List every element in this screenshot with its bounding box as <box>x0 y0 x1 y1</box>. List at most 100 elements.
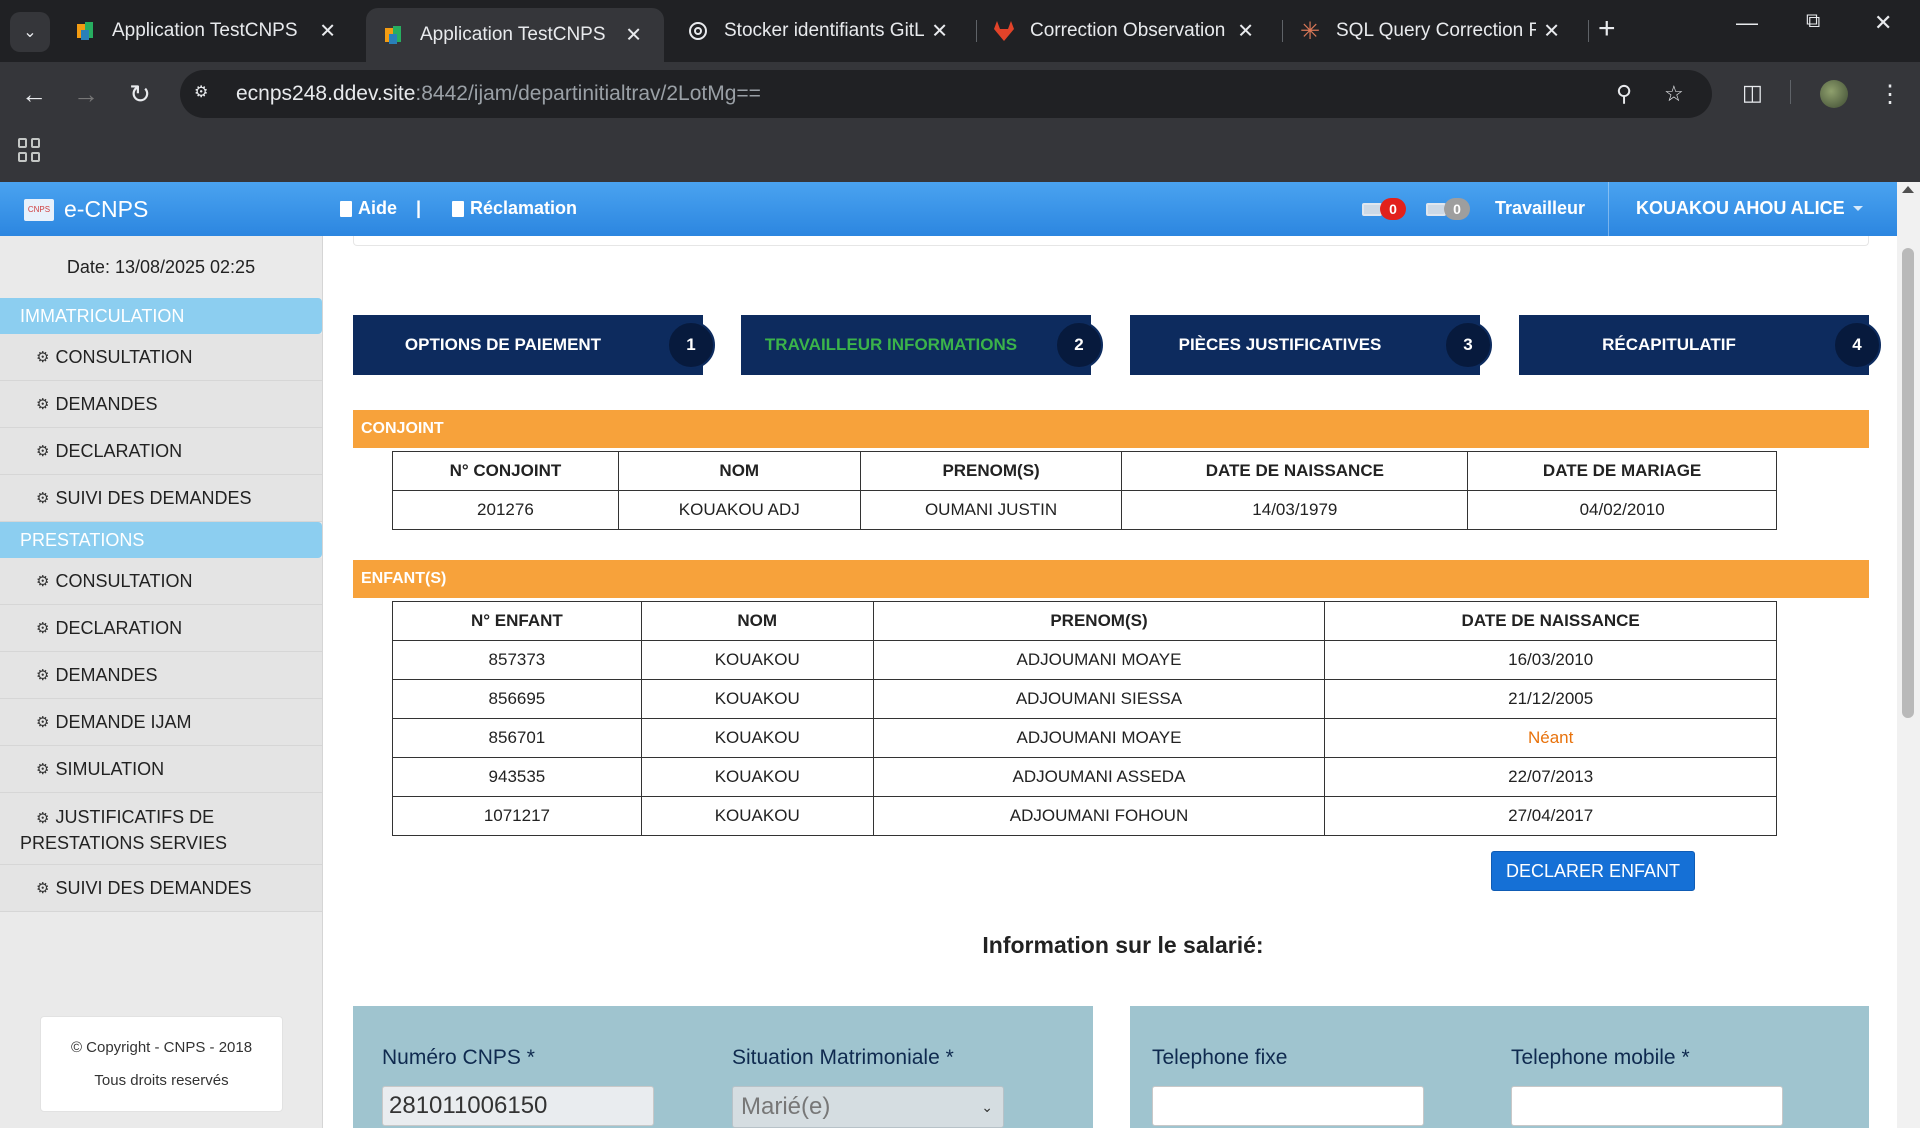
sidebar-item-demandes[interactable]: ⚙ DEMANDES <box>0 652 322 699</box>
zoom-icon[interactable]: ⚲ <box>1616 81 1632 107</box>
close-icon[interactable]: ✕ <box>931 19 948 44</box>
step-number: 1 <box>667 321 715 369</box>
telephone-fixe-field[interactable] <box>1152 1086 1424 1126</box>
sidebar-item-label: SUIVI DES DEMANDES <box>55 487 252 508</box>
extensions-icon[interactable]: ◫ <box>1742 80 1763 106</box>
document-icon <box>340 200 352 217</box>
all-messages[interactable]: 0 <box>1426 198 1470 220</box>
app-logo[interactable]: CNPS e-CNPS <box>24 196 148 223</box>
browser-tab-1[interactable]: Application TestCNPS ✕ <box>58 8 358 54</box>
url-host: ecnps248.ddev.site <box>236 82 416 105</box>
sidebar-item-suivi-demandes[interactable]: ⚙ SUIVI DES DEMANDES <box>0 865 322 912</box>
step-options-paiement[interactable]: OPTIONS DE PAIEMENT 1 <box>353 315 715 375</box>
browser-tab-2[interactable]: Application TestCNPS ✕ <box>366 8 664 62</box>
sidebar-item-label: SUIVI DES DEMANDES <box>55 877 252 898</box>
scrollbar-thumb[interactable] <box>1902 248 1914 718</box>
toolbar-separator <box>1790 80 1791 104</box>
close-icon[interactable]: ✕ <box>319 19 336 44</box>
telephone-fixe-label: Telephone fixe <box>1152 1046 1288 1069</box>
cnps-number-label: Numéro CNPS * <box>382 1046 535 1069</box>
unread-count-badge: 0 <box>1380 198 1406 220</box>
telephone-mobile-label: Telephone mobile * <box>1511 1046 1690 1069</box>
new-tab-button[interactable]: + <box>1598 14 1616 44</box>
sidebar-item-demandes[interactable]: ⚙ DEMANDES <box>0 381 322 428</box>
sidebar-section-prestations[interactable]: PRESTATIONS <box>0 522 322 558</box>
enfants-section-header: ENFANT(S) <box>353 560 1869 598</box>
window-close-icon[interactable]: ✕ <box>1874 10 1892 36</box>
more-menu-icon[interactable]: ⋮ <box>1878 80 1902 109</box>
address-bar[interactable]: ⚙ ecnps248.ddev.site:8442/ijam/departini… <box>180 70 1712 118</box>
profile-avatar[interactable] <box>1820 80 1848 108</box>
cnps-favicon-icon <box>74 19 98 43</box>
user-role[interactable]: Travailleur <box>1495 198 1585 219</box>
url-text[interactable]: ecnps248.ddev.site:8442/ijam/departiniti… <box>236 82 761 106</box>
close-icon[interactable]: ✕ <box>1237 19 1254 44</box>
reclamation-link[interactable]: Réclamation <box>452 198 577 219</box>
page-scrollbar[interactable] <box>1897 182 1920 1128</box>
tab-separator <box>1282 20 1283 42</box>
column-header: PRENOM(S) <box>872 601 1326 641</box>
user-name: KOUAKOU AHOU ALICE <box>1636 198 1845 218</box>
message-count-badge: 0 <box>1444 198 1470 220</box>
table-row: 856695 KOUAKOU ADJOUMANI SIESSA 21/12/20… <box>392 679 1777 719</box>
declarer-enfant-button[interactable]: DECLARER ENFANT <box>1491 851 1695 891</box>
step-pieces-justificatives[interactable]: PIÈCES JUSTIFICATIVES 3 <box>1130 315 1492 375</box>
rights-text: Tous droits reservés <box>94 1072 229 1089</box>
reload-icon[interactable]: ↻ <box>124 78 156 110</box>
scroll-up-arrow-icon[interactable] <box>1902 186 1914 193</box>
sidebar-item-suivi-demandes[interactable]: ⚙ SUIVI DES DEMANDES <box>0 475 322 522</box>
aide-label: Aide <box>358 198 398 218</box>
aide-link[interactable]: Aide <box>340 198 397 219</box>
sidebar-item-label: CONSULTATION <box>55 570 193 591</box>
close-icon[interactable]: ✕ <box>1543 19 1560 44</box>
tab-title: Stocker identifiants GitLab <box>724 20 924 41</box>
restore-icon[interactable]: ⧉ <box>1806 10 1820 33</box>
close-icon[interactable]: ✕ <box>625 23 642 48</box>
cnps-number-field[interactable]: 281011006150 <box>382 1086 654 1126</box>
envelope-icon <box>1426 202 1446 216</box>
situation-matrimoniale-select[interactable]: Marié(e) ⌄ <box>732 1086 1004 1128</box>
unread-messages[interactable]: 0 <box>1362 198 1406 220</box>
table-cell: 201276 <box>392 490 619 530</box>
user-menu[interactable]: KOUAKOU AHOU ALICE <box>1636 198 1863 219</box>
caret-down-icon <box>1852 206 1863 211</box>
table-cell: ADJOUMANI FOHOUN <box>872 796 1326 836</box>
site-settings-icon[interactable]: ⚙ <box>194 82 218 106</box>
copyright-box: © Copyright - CNPS - 2018 Tous droits re… <box>40 1016 283 1112</box>
gear-icon: ⚙ <box>36 761 50 778</box>
browser-tab-3[interactable]: Stocker identifiants GitLab ✕ <box>670 8 970 54</box>
back-arrow-icon[interactable]: ← <box>18 78 50 110</box>
bookmark-star-icon[interactable]: ☆ <box>1664 81 1684 107</box>
step-number: 4 <box>1833 321 1881 369</box>
browser-tab-4[interactable]: Correction Observation T ✕ <box>976 8 1276 54</box>
step-label: TRAVAILLEUR INFORMATIONS <box>764 335 1018 354</box>
gear-icon: ⚙ <box>36 573 50 590</box>
step-recapitulatif[interactable]: RÉCAPITULATIF 4 <box>1519 315 1881 375</box>
app-header: CNPS e-CNPS Aide | Réclamation 0 0 Trava… <box>0 182 1897 236</box>
table-cell: KOUAKOU <box>640 796 874 836</box>
sidebar-section-immatriculation[interactable]: IMMATRICULATION <box>0 298 322 334</box>
sidebar-item-justificatifs[interactable]: ⚙ JUSTIFICATIFS DE PRESTATIONS SERVIES <box>0 793 322 865</box>
forward-arrow-icon[interactable]: → <box>70 78 102 110</box>
table-row: 857373 KOUAKOU ADJOUMANI MOAYE 16/03/201… <box>392 640 1777 680</box>
gear-icon: ⚙ <box>36 880 50 897</box>
minimize-icon[interactable]: — <box>1736 10 1758 36</box>
apps-grid-icon[interactable] <box>18 138 42 162</box>
sidebar-item-declaration[interactable]: ⚙ DECLARATION <box>0 605 322 652</box>
telephone-mobile-field[interactable] <box>1511 1086 1783 1126</box>
sidebar-item-consultation[interactable]: ⚙ CONSULTATION <box>0 558 322 605</box>
table-cell: 14/03/1979 <box>1121 490 1469 530</box>
browser-tab-5[interactable]: ✳ SQL Query Correction Re ✕ <box>1282 8 1582 54</box>
url-path: :8442/ijam/departinitialtrav/2LotMg== <box>415 82 761 105</box>
column-header: DATE DE MARIAGE <box>1467 451 1777 491</box>
sidebar: Date: 13/08/2025 02:25 IMMATRICULATION ⚙… <box>0 236 323 1128</box>
sidebar-item-simulation[interactable]: ⚙ SIMULATION <box>0 746 322 793</box>
table-cell: OUMANI JUSTIN <box>859 490 1123 530</box>
table-cell: 856701 <box>392 718 642 758</box>
column-header: N° ENFANT <box>392 601 642 641</box>
tab-search-button[interactable]: ⌄ <box>10 12 50 52</box>
sidebar-item-declaration[interactable]: ⚙ DECLARATION <box>0 428 322 475</box>
sidebar-item-consultation[interactable]: ⚙ CONSULTATION <box>0 334 322 381</box>
step-travailleur-informations[interactable]: TRAVAILLEUR INFORMATIONS 2 <box>741 315 1103 375</box>
sidebar-item-demande-ijam[interactable]: ⚙ DEMANDE IJAM <box>0 699 322 746</box>
